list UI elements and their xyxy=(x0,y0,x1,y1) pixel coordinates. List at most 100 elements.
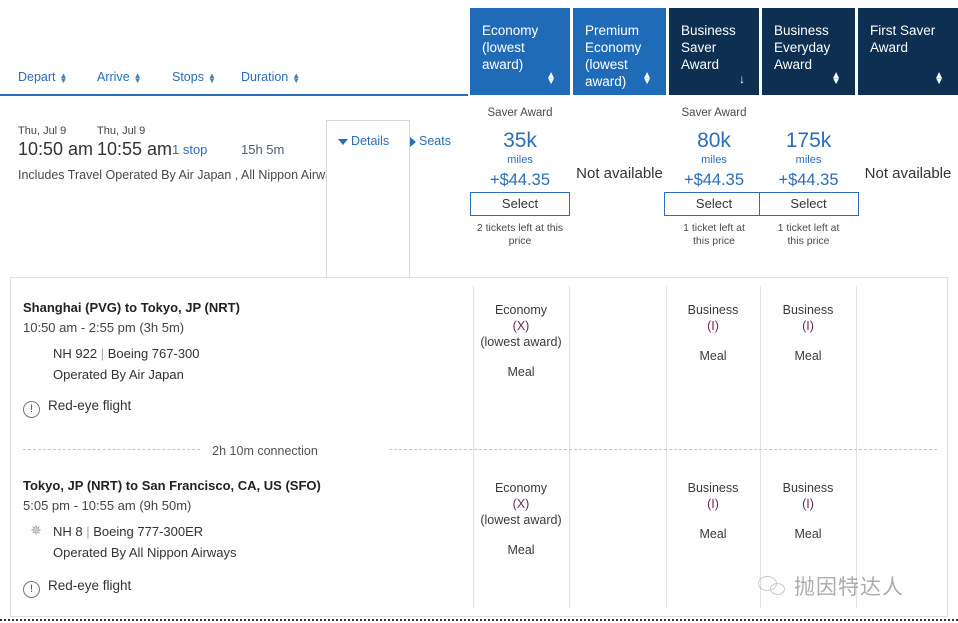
sort-updown-icon[interactable]: ▲ ▼ xyxy=(292,71,300,84)
segment-route: Shanghai (PVG) to Tokyo, JP (NRT) xyxy=(23,300,240,315)
cabin-code: (I) xyxy=(802,319,814,333)
sort-duration-label: Duration xyxy=(241,70,289,84)
select-button-business-saver[interactable]: Select xyxy=(664,192,764,216)
fare-cell-premium-economy: Not available xyxy=(573,96,666,278)
flight-number: NH 922 xyxy=(53,346,98,361)
award-type-label: Saver Award xyxy=(487,107,553,119)
sort-stops-label: Stops xyxy=(172,70,204,84)
fare-tab-first-saver-award[interactable]: First Saver Award ▲ ▼ xyxy=(858,8,958,95)
miles-unit: miles xyxy=(701,154,727,166)
depart-time: 10:50 am xyxy=(18,139,94,159)
wechat-icon xyxy=(758,574,786,598)
not-available-label: Not available xyxy=(576,165,663,182)
sort-depart-label: Depart xyxy=(18,70,56,84)
cash-amount: +$44.35 xyxy=(489,171,551,189)
select-button-business-everyday[interactable]: Select xyxy=(758,192,859,216)
fare-cell-business-everyday: 175k miles +$44.35 Select 1 ticket left … xyxy=(758,96,859,278)
cabin-code: (X) xyxy=(512,319,530,333)
not-available-label: Not available xyxy=(864,165,952,182)
seats-label: Seats xyxy=(419,134,451,148)
fare-tab-label: First Saver Award xyxy=(870,23,936,55)
cabin-meal: Meal xyxy=(699,527,727,541)
separator: | xyxy=(86,524,90,539)
fare-tab-business-saver-award[interactable]: Business Saver Award ↓ xyxy=(669,8,759,95)
cabin-cell-business-everyday: Business (I) Meal xyxy=(760,480,856,542)
sort-updown-icon[interactable]: ▲ ▼ xyxy=(831,71,841,87)
cabin-code: (I) xyxy=(802,497,814,511)
sort-arrive-label: Arrive xyxy=(97,70,130,84)
sort-down-icon[interactable]: ↓ xyxy=(739,73,745,85)
cabin-cell-business-saver: Business (I) Meal xyxy=(666,480,760,542)
miles-unit: miles xyxy=(507,154,533,166)
cabin-meal: Meal xyxy=(507,365,535,379)
seats-toggle[interactable]: Seats xyxy=(410,134,451,148)
fare-cell-first-saver: Not available xyxy=(858,96,958,278)
fare-tab-label: Business Everyday Award xyxy=(774,23,831,72)
sort-bar: Depart ▲ ▼ Arrive ▲ ▼ Stops ▲ ▼ Duration ▲ ▼ xyxy=(0,70,468,95)
cabin-class: Economy xyxy=(494,303,548,317)
miles-amount: 175k xyxy=(785,129,832,152)
sort-updown-icon[interactable]: ▲ ▼ xyxy=(60,71,68,84)
cabin-meal: Meal xyxy=(699,349,727,363)
cabin-class: Business xyxy=(687,303,739,317)
watermark-text: 抛因特达人 xyxy=(794,575,904,599)
stops-link[interactable]: 1 stop xyxy=(172,142,207,157)
cabin-code: (I) xyxy=(707,319,719,333)
fare-cell-business-saver: Saver Award 80k miles +$44.35 Select 1 t… xyxy=(664,96,764,278)
aircraft-type: Boeing 767-300 xyxy=(107,346,200,361)
depart-date: Thu, Jul 9 xyxy=(18,125,67,137)
sort-updown-icon[interactable]: ▲ ▼ xyxy=(546,71,556,87)
fare-tab-premium-economy[interactable]: Premium Economy (lowest award) ▲ ▼ xyxy=(573,8,666,95)
sort-depart[interactable]: Depart ▲ ▼ xyxy=(18,70,67,84)
sort-updown-icon[interactable]: ▲ ▼ xyxy=(134,71,142,84)
cabin-class: Economy xyxy=(494,481,548,495)
sort-stops[interactable]: Stops ▲ ▼ xyxy=(172,70,216,84)
sort-updown-icon[interactable]: ▲ ▼ xyxy=(208,71,216,84)
connection-divider: 2h 10m connection xyxy=(23,442,937,458)
operated-by-note: Includes Travel Operated By Air Japan , … xyxy=(18,168,345,182)
segment-redeye-note: ! Red-eye flight xyxy=(23,578,131,598)
segment-times: 5:05 pm - 10:55 am (9h 50m) xyxy=(23,498,192,513)
award-type-label: Saver Award xyxy=(681,107,747,119)
details-label: Details xyxy=(351,134,390,148)
miles-amount: 80k xyxy=(697,129,731,152)
flight-result-row: Thu, Jul 9 10:50 am Thu, Jul 9 10:55 am … xyxy=(0,96,958,278)
cash-amount: +$44.35 xyxy=(778,171,839,189)
fare-tab-label: Business Saver Award xyxy=(681,23,736,72)
cabin-meal: Meal xyxy=(507,543,535,557)
tickets-left-note: 2 tickets left at this price xyxy=(476,222,564,247)
redeye-label: Red-eye flight xyxy=(48,398,132,413)
star-alliance-icon: ✵ xyxy=(30,522,42,538)
redeye-label: Red-eye flight xyxy=(48,578,132,593)
fare-tab-business-everyday-award[interactable]: Business Everyday Award ▲ ▼ xyxy=(762,8,855,95)
miles-unit: miles xyxy=(795,154,822,166)
cabin-cell-business-everyday: Business (I) Meal xyxy=(760,302,856,364)
fare-tab-economy[interactable]: Economy (lowest award) ▲ ▼ xyxy=(470,8,570,95)
fare-cell-economy: Saver Award 35k miles +$44.35 Select 2 t… xyxy=(470,96,570,278)
arrive-date: Thu, Jul 9 xyxy=(97,125,146,137)
caret-down-icon xyxy=(338,138,348,145)
segment-1: Shanghai (PVG) to Tokyo, JP (NRT) 10:50 … xyxy=(11,278,947,443)
cabin-meal: Meal xyxy=(794,527,822,541)
cabin-code: (I) xyxy=(707,497,719,511)
sort-updown-icon[interactable]: ▲ ▼ xyxy=(642,71,652,87)
segment-times: 10:50 am - 2:55 pm (3h 5m) xyxy=(23,320,185,335)
duration-value: 15h 5m xyxy=(241,142,285,157)
cabin-code: (X) xyxy=(512,497,530,511)
fare-tab-label: Economy (lowest award) xyxy=(482,23,539,72)
flight-results-page: Economy (lowest award) ▲ ▼ Premium Econom… xyxy=(0,0,958,623)
separator: | xyxy=(100,346,105,361)
select-button-economy[interactable]: Select xyxy=(470,192,570,216)
segment-route: Tokyo, JP (NRT) to San Francisco, CA, US… xyxy=(23,478,321,493)
cash-amount: +$44.35 xyxy=(683,171,745,189)
sort-duration[interactable]: Duration ▲ ▼ xyxy=(241,70,300,84)
dash-right xyxy=(389,449,937,450)
cabin-cell-economy: Economy (X) (lowest award) Meal xyxy=(473,302,569,380)
tickets-left-note: 1 ticket left at this price xyxy=(683,222,745,247)
details-toggle[interactable]: Details xyxy=(338,134,389,148)
sort-arrive[interactable]: Arrive ▲ ▼ xyxy=(97,70,142,84)
arrive-time: 10:55 am xyxy=(97,139,173,159)
sort-updown-icon[interactable]: ▲ ▼ xyxy=(934,71,944,87)
tickets-left-note: 1 ticket left at this price xyxy=(777,222,840,247)
cabin-lowest-note: (lowest award) xyxy=(480,513,562,527)
